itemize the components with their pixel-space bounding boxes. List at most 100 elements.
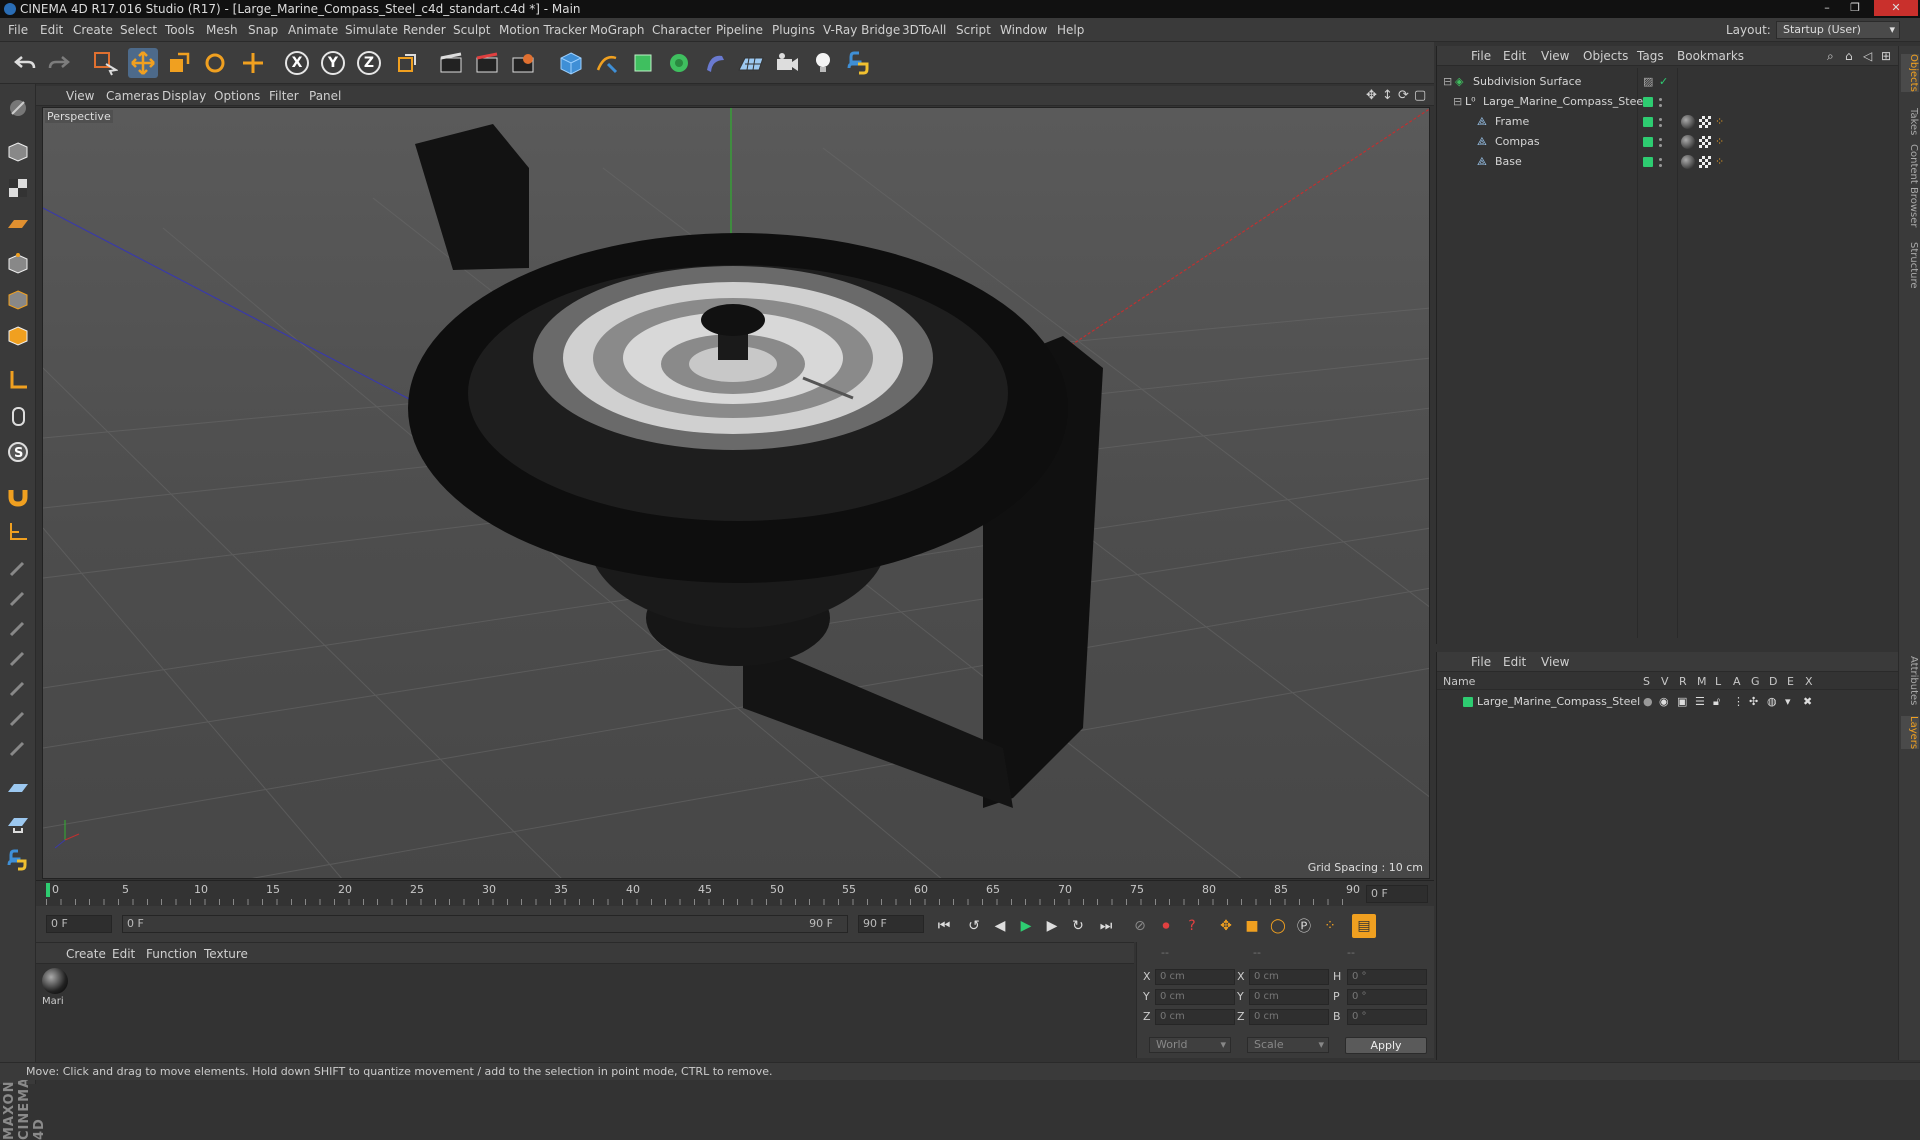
planar-workplane-button[interactable]	[4, 810, 32, 838]
objects-menu-bookmarks[interactable]: Bookmarks	[1677, 46, 1744, 66]
uvw-tag-icon[interactable]: ⁘	[1715, 132, 1724, 152]
menu-snap[interactable]: Snap	[248, 18, 278, 42]
minimize-button[interactable]: –	[1814, 0, 1840, 16]
view-toggle-icon[interactable]: ◉	[1659, 692, 1669, 712]
close-button[interactable]: ✕	[1874, 0, 1918, 16]
live-selection-button[interactable]	[90, 48, 120, 78]
viewport-rotate-icon[interactable]: ⟳	[1398, 86, 1409, 106]
viewport-menu-panel[interactable]: Panel	[309, 86, 341, 106]
tab-takes[interactable]: Takes	[1901, 108, 1919, 135]
tab-structure[interactable]: Structure	[1901, 242, 1919, 289]
layout-dropdown[interactable]: Startup (User) ▾	[1776, 21, 1900, 39]
next-key-button[interactable]: ↻	[1066, 914, 1090, 938]
material-tag-icon[interactable]	[1681, 115, 1695, 129]
new-view-icon[interactable]: ⊞	[1881, 46, 1891, 66]
position-y-field[interactable]: 0 cm	[1155, 989, 1235, 1005]
object-row[interactable]: ⊟ ◈ Subdivision Surface ▨ ✓	[1437, 72, 1899, 92]
layer-color-icon[interactable]	[1643, 137, 1653, 147]
objects-menu-file[interactable]: File	[1471, 46, 1491, 66]
key-parameter-button[interactable]: Ⓟ	[1292, 914, 1316, 938]
back-icon[interactable]: ◁	[1863, 46, 1872, 66]
undo-button[interactable]	[10, 48, 40, 78]
add-camera-button[interactable]	[772, 48, 802, 78]
redo-button[interactable]	[44, 48, 74, 78]
add-floor-button[interactable]	[736, 48, 766, 78]
autokey-button[interactable]: ⏺	[1154, 914, 1178, 938]
menu-help[interactable]: Help	[1057, 18, 1084, 42]
material-tag-icon[interactable]	[1681, 155, 1695, 169]
visibility-render-dot[interactable]	[1659, 164, 1662, 167]
move-tool-button[interactable]	[128, 48, 158, 78]
menu-mograph[interactable]: MoGraph	[590, 18, 645, 42]
lock-workplane-button[interactable]	[4, 774, 32, 802]
snap-button[interactable]: S	[4, 438, 32, 466]
material-tag-icon[interactable]	[1681, 135, 1695, 149]
viewport-menu-options[interactable]: Options	[214, 86, 260, 106]
uvw-tag-icon[interactable]: ⁘	[1715, 112, 1724, 132]
menu-sculpt[interactable]: Sculpt	[453, 18, 490, 42]
texture-tag-icon[interactable]	[1699, 156, 1711, 168]
layer-color-icon[interactable]	[1643, 97, 1653, 107]
position-z-field[interactable]: 0 cm	[1155, 1009, 1235, 1025]
size-x-field[interactable]: 0 cm	[1249, 969, 1329, 985]
tab-layers[interactable]: Layers	[1901, 716, 1919, 750]
key-scale-button[interactable]: ■	[1240, 914, 1264, 938]
material-menu-texture[interactable]: Texture	[204, 943, 248, 965]
timeline-ruler[interactable]: 0 5 10 15 20 25 30 35 40 45 50 55 60 65 …	[36, 880, 1434, 906]
x-axis-lock-button[interactable]: X	[282, 48, 312, 78]
material-swatch[interactable]: Mari	[42, 968, 70, 1008]
position-x-field[interactable]: 0 cm	[1155, 969, 1235, 985]
size-y-field[interactable]: 0 cm	[1249, 989, 1329, 1005]
layer-color-icon[interactable]	[1463, 697, 1473, 707]
sculpt-brush-3-button[interactable]	[4, 614, 32, 642]
add-nurbs-button[interactable]	[628, 48, 658, 78]
tweak-mode-button[interactable]	[4, 402, 32, 430]
menu-motion-tracker[interactable]: Motion Tracker	[499, 18, 587, 42]
sculpt-brush-6-button[interactable]	[4, 704, 32, 732]
enabled-check-icon[interactable]: ✓	[1659, 72, 1668, 92]
lock-toggle-icon[interactable]: 🔓︎	[1713, 692, 1720, 712]
tab-attributes[interactable]: Attributes	[1901, 656, 1919, 705]
objects-menu-objects[interactable]: Objects	[1583, 46, 1628, 66]
z-axis-lock-button[interactable]: Z	[354, 48, 384, 78]
sculpt-brush-2-button[interactable]	[4, 584, 32, 612]
menu-animate[interactable]: Animate	[288, 18, 338, 42]
sculpt-brush-1-button[interactable]	[4, 554, 32, 582]
key-position-button[interactable]: ✥	[1214, 914, 1238, 938]
menu-plugins[interactable]: Plugins	[772, 18, 815, 42]
restore-button[interactable]: ❐	[1842, 0, 1868, 16]
viewport-menu-filter[interactable]: Filter	[269, 86, 299, 106]
layer-color-icon[interactable]	[1643, 117, 1653, 127]
texture-tag-icon[interactable]	[1699, 116, 1711, 128]
previous-frame-button[interactable]: ◀	[988, 914, 1012, 938]
collapse-icon[interactable]: ⊟	[1453, 92, 1462, 112]
material-menu-create[interactable]: Create	[66, 943, 106, 965]
polygons-mode-button[interactable]	[4, 322, 32, 350]
record-button[interactable]: ⊘	[1128, 914, 1152, 938]
sculpt-brush-7-button[interactable]	[4, 734, 32, 762]
expression-toggle-icon[interactable]: ▾	[1785, 692, 1791, 712]
viewport-dolly-icon[interactable]: ↕	[1382, 86, 1393, 106]
menu-vray-bridge[interactable]: V-Ray Bridge	[823, 18, 900, 42]
menu-create[interactable]: Create	[73, 18, 113, 42]
sculpt-brush-4-button[interactable]	[4, 644, 32, 672]
menu-3dtoall[interactable]: 3DToAll	[902, 18, 946, 42]
visibility-editor-dot[interactable]	[1659, 98, 1662, 101]
texture-tag-icon[interactable]	[1699, 136, 1711, 148]
visibility-render-dot[interactable]	[1659, 144, 1662, 147]
viewport-menu-display[interactable]: Display	[162, 86, 206, 106]
manager-toggle-icon[interactable]: ☰	[1695, 692, 1705, 712]
viewport-menu-view[interactable]: View	[66, 86, 94, 106]
keyframe-selection-button[interactable]: ?	[1180, 914, 1204, 938]
add-spline-button[interactable]	[592, 48, 622, 78]
viewport-maximize-icon[interactable]: ▢	[1414, 86, 1426, 106]
xref-toggle-icon[interactable]: ✖	[1803, 692, 1812, 712]
tab-objects[interactable]: Objects	[1901, 54, 1919, 92]
menu-script[interactable]: Script	[956, 18, 991, 42]
menu-pipeline[interactable]: Pipeline	[716, 18, 763, 42]
menu-tools[interactable]: Tools	[165, 18, 195, 42]
rotate-tool-button[interactable]	[200, 48, 230, 78]
rotation-p-field[interactable]: 0 °	[1347, 989, 1427, 1005]
frame-range-slider[interactable]: 0 F 90 F	[122, 915, 848, 933]
add-cube-button[interactable]	[556, 48, 586, 78]
